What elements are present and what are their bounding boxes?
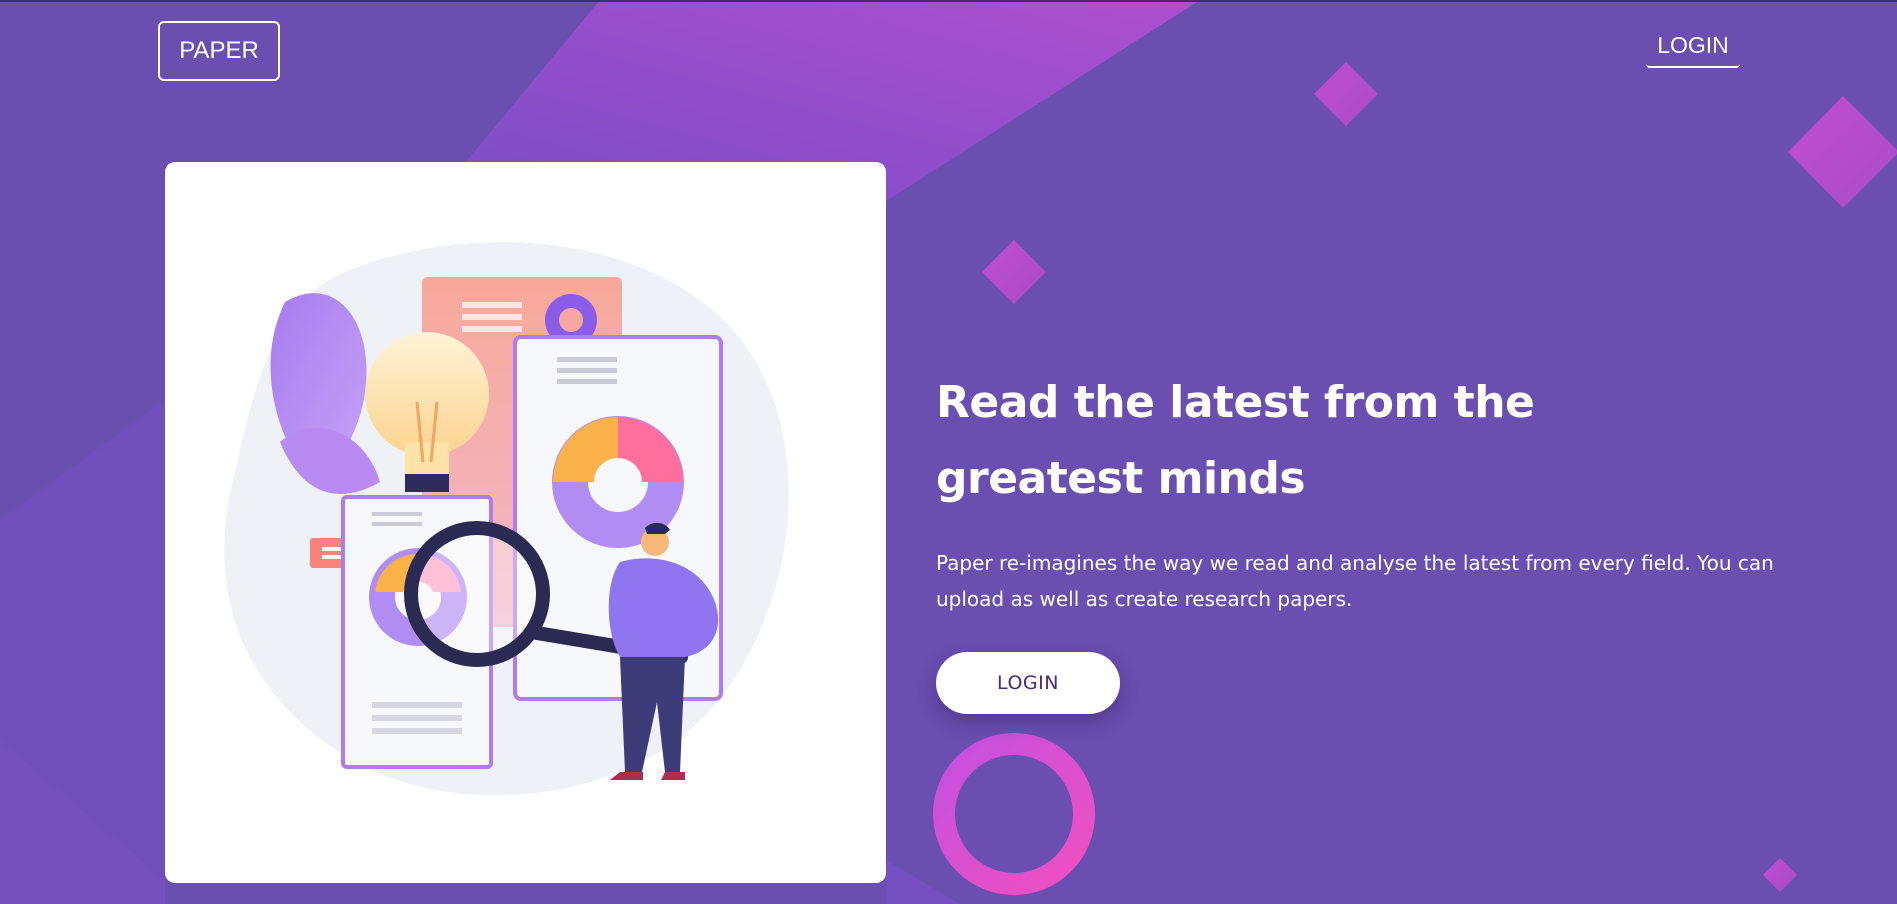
- hero-image-card: [165, 162, 886, 883]
- brand-logo[interactable]: PAPER: [158, 21, 280, 81]
- diamond-decor: [1763, 858, 1797, 892]
- diamond-decor: [1314, 62, 1378, 126]
- researcher-illustration: [224, 242, 789, 796]
- diamond-decor: [982, 240, 1046, 304]
- hero-login-button[interactable]: LOGIN: [936, 652, 1120, 714]
- ring-decor: [933, 733, 1095, 895]
- hero-description: Paper re-imagines the way we read and an…: [936, 551, 1774, 611]
- hero-headline: Read the latest from the greatest minds: [936, 377, 1535, 504]
- top-border: [0, 0, 1897, 2]
- diamond-decor: [1788, 96, 1897, 208]
- nav-login-link[interactable]: LOGIN: [1646, 28, 1740, 68]
